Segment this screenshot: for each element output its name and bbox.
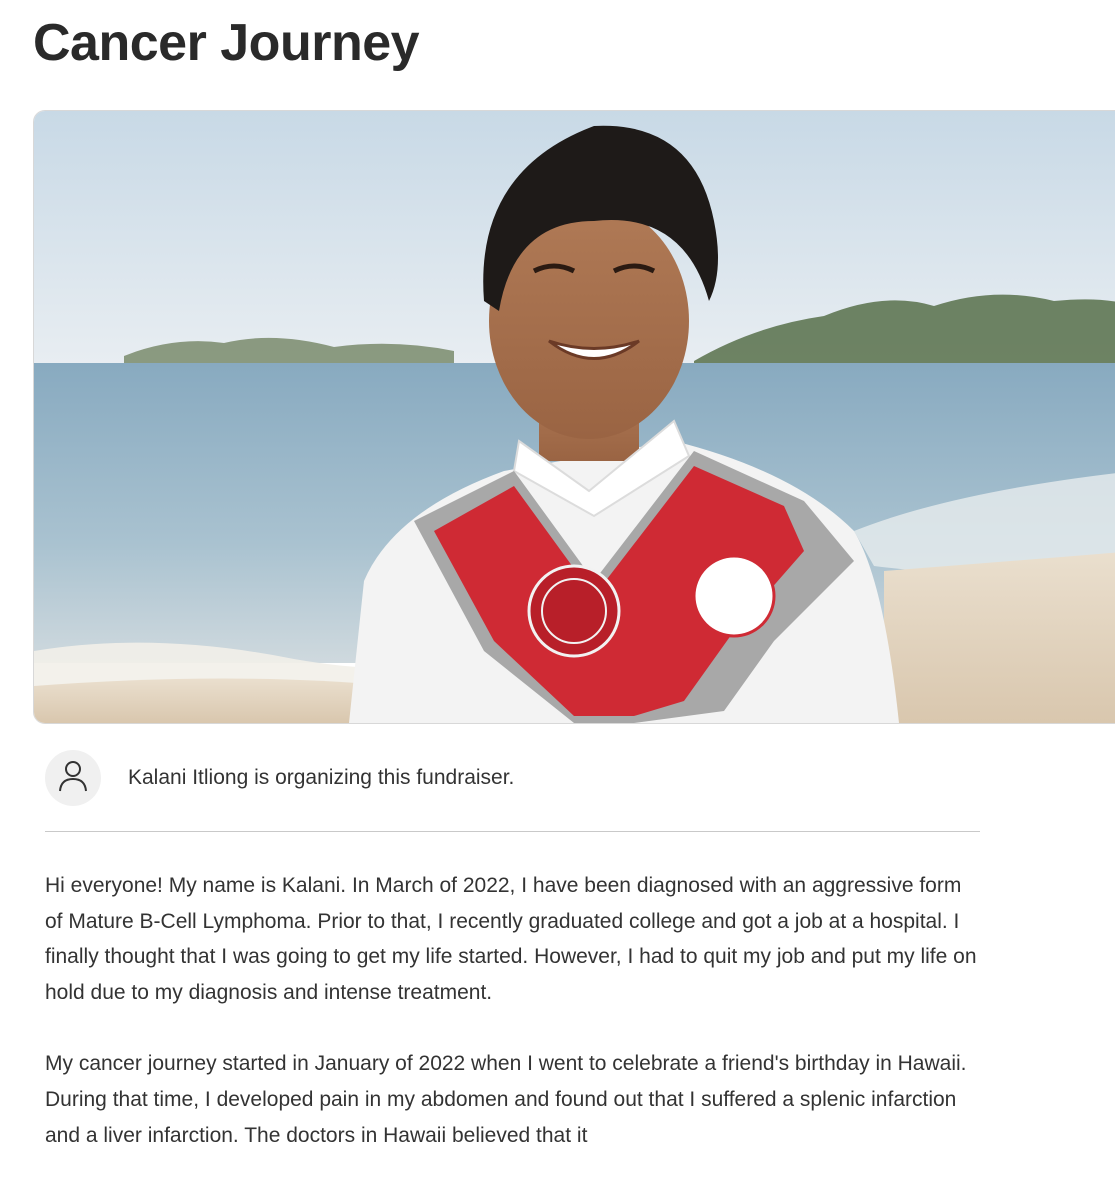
page-title: Cancer Journey [33, 14, 420, 72]
avatar[interactable] [45, 750, 101, 806]
story-paragraph: My cancer journey started in January of … [45, 1052, 967, 1147]
organizer-row: Kalani Itliong is organizing this fundra… [45, 750, 514, 806]
campaign-hero-image [33, 110, 1115, 724]
story-paragraph: Hi everyone! My name is Kalani. In March… [45, 874, 977, 1004]
user-icon [57, 759, 89, 798]
story-section: Hi everyone! My name is Kalani. In March… [45, 868, 980, 1189]
fundraiser-page: Cancer Journey Kalani Itliong is organiz… [0, 0, 1115, 1200]
section-divider [45, 831, 980, 832]
organizer-text: Kalani Itliong is organizing this fundra… [128, 766, 515, 789]
